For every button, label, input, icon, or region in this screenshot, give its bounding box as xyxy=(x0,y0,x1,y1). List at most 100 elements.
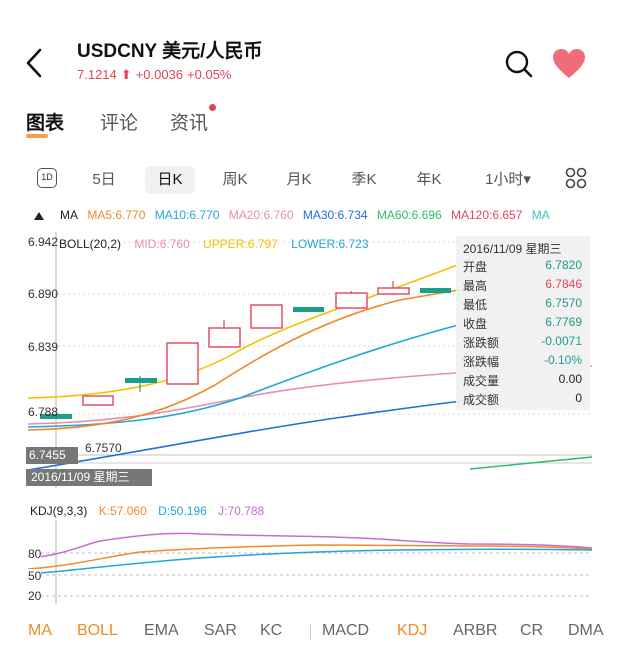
info-row-close: 收盘 6.7769 xyxy=(463,315,585,333)
kdj-label: KDJ(9,3,3) xyxy=(30,504,88,518)
candle xyxy=(420,288,451,293)
period-hour-dropdown[interactable]: 1小时▾ xyxy=(475,166,541,194)
current-price: 7.1214 xyxy=(77,67,117,82)
ma60-value: MA60:6.696 xyxy=(376,208,442,222)
info-value: 6.7846 xyxy=(545,277,582,291)
tab-news[interactable]: 资讯 xyxy=(170,108,208,135)
period-month-k[interactable]: 月K xyxy=(276,166,322,194)
candle xyxy=(125,378,157,383)
info-key: 成交量 xyxy=(463,374,500,388)
favorite-heart-icon[interactable] xyxy=(552,48,586,80)
ma20-value: MA20:6.760 xyxy=(228,208,294,222)
crosshair-date-label: 2016/11/09 星期三 xyxy=(26,469,152,486)
indicator-divider xyxy=(310,624,311,640)
ma-label: MA xyxy=(60,208,78,222)
collapse-triangle-icon[interactable] xyxy=(33,211,45,221)
candle xyxy=(293,307,324,312)
indicator-arbr[interactable]: ARBR xyxy=(453,622,497,640)
indicator-boll[interactable]: BOLL xyxy=(77,622,118,640)
period-year-k[interactable]: 年K xyxy=(406,166,452,194)
ma5-value: MA5:6.770 xyxy=(87,208,146,222)
candle xyxy=(166,342,199,385)
page-title: USDCNY 美元/人民币 xyxy=(77,41,263,62)
info-value: 0 xyxy=(575,391,582,405)
kdj-d-value: D:50.196 xyxy=(158,504,207,518)
info-value: -0.0071 xyxy=(541,334,582,348)
info-row-change-pct: 涨跌幅 -0.10% xyxy=(463,353,585,371)
ma10-value: MA10:6.770 xyxy=(154,208,220,222)
info-value: 0.00 xyxy=(558,372,582,386)
indicator-ema[interactable]: EMA xyxy=(144,622,179,640)
info-row-low: 最低 6.7570 xyxy=(463,296,585,314)
info-value: 6.7820 xyxy=(545,258,582,272)
indicator-kdj[interactable]: KDJ xyxy=(397,622,427,640)
price-tick-label: 6.942 xyxy=(28,235,59,249)
boll-upper-value: UPPER:6.797 xyxy=(203,237,278,251)
ma120-value: MA120:6.657 xyxy=(450,208,523,222)
info-row-open: 开盘 6.7820 xyxy=(463,258,585,276)
indicator-kc[interactable]: KC xyxy=(260,622,282,640)
boll-label: BOLL(20,2) xyxy=(59,237,122,251)
candle xyxy=(82,395,114,406)
period-day-k[interactable]: 日K xyxy=(145,166,195,194)
period-1d-button[interactable]: 1D xyxy=(37,168,57,188)
price-change: +0.0036 xyxy=(135,67,184,82)
tab-chart[interactable]: 图表 xyxy=(26,108,64,135)
kdj-tick-label: 20 xyxy=(28,589,42,603)
price-tick-label: 6.890 xyxy=(28,287,59,301)
period-week-k[interactable]: 周K xyxy=(212,166,258,194)
kdj-tick-label: 80 xyxy=(28,547,42,561)
info-row-change: 涨跌额 -0.0071 xyxy=(463,334,585,352)
grid-layout-icon[interactable] xyxy=(565,167,587,189)
period-5-day[interactable]: 5日 xyxy=(86,166,122,194)
info-row-volume: 成交量 0.00 xyxy=(463,372,585,390)
info-date: 2016/11/09 星期三 xyxy=(463,242,562,256)
kdj-j-value: J:70.788 xyxy=(218,504,265,518)
info-key: 涨跌额 xyxy=(463,336,500,350)
news-unread-dot xyxy=(209,104,216,111)
indicator-sar[interactable]: SAR xyxy=(204,622,237,640)
price-tick-label: 6.839 xyxy=(28,340,59,354)
price-quote: 7.1214 ⬆ +0.0036 +0.05% xyxy=(77,67,235,83)
up-arrow-icon: ⬆ xyxy=(120,67,132,82)
info-value: 6.7769 xyxy=(545,315,582,329)
search-icon[interactable] xyxy=(503,48,535,80)
info-key: 成交额 xyxy=(463,393,500,407)
price-tick-label: 6.788 xyxy=(28,405,59,419)
info-key: 最高 xyxy=(463,279,488,293)
candle xyxy=(377,287,410,295)
ma30-line xyxy=(27,399,471,471)
boll-lower-value: LOWER:6.723 xyxy=(291,237,369,251)
crosshair-price-label: 6.7455 xyxy=(26,447,78,464)
boll-mid-value: MID:6.760 xyxy=(134,237,190,251)
active-tab-indicator xyxy=(26,134,48,138)
info-key: 收盘 xyxy=(463,317,488,331)
ma-legend: MA MA5:6.770 MA10:6.770 MA20:6.760 MA30:… xyxy=(60,208,620,226)
kdj-chart[interactable] xyxy=(0,520,639,606)
indicator-dma[interactable]: DMA xyxy=(568,622,604,640)
info-key: 开盘 xyxy=(463,260,488,274)
info-value: 6.7570 xyxy=(545,296,582,310)
indicator-macd[interactable]: MACD xyxy=(322,622,369,640)
info-key: 涨跌幅 xyxy=(463,355,500,369)
info-value: -0.10% xyxy=(543,353,582,367)
candle-info-panel: 2016/11/09 星期三 开盘 6.7820 最高 6.7846 最低 6.757… xyxy=(456,236,590,410)
indicator-cr[interactable]: CR xyxy=(520,622,543,640)
kdj-tick-label: 50 xyxy=(28,569,42,583)
boll-legend: BOLL(20,2) MID:6.760 UPPER:6.797 LOWER:6… xyxy=(59,237,379,251)
candle xyxy=(208,327,241,348)
period-quarter-k[interactable]: 季K xyxy=(341,166,387,194)
ma-more-value: MA xyxy=(531,208,550,222)
indicator-ma[interactable]: MA xyxy=(28,622,52,640)
low-price-marker: 6.7570 xyxy=(85,441,122,455)
ma30-value: MA30:6.734 xyxy=(302,208,368,222)
info-row-high: 最高 6.7846 xyxy=(463,277,585,295)
price-change-percent: +0.05% xyxy=(187,67,232,82)
candle xyxy=(335,292,368,309)
tab-comments[interactable]: 评论 xyxy=(100,108,138,135)
candle xyxy=(250,304,283,329)
back-arrow-icon[interactable] xyxy=(22,45,48,81)
info-row-turnover: 成交额 0 xyxy=(463,391,585,409)
info-key: 最低 xyxy=(463,298,488,312)
kdj-k-value: K:57.060 xyxy=(98,504,147,518)
